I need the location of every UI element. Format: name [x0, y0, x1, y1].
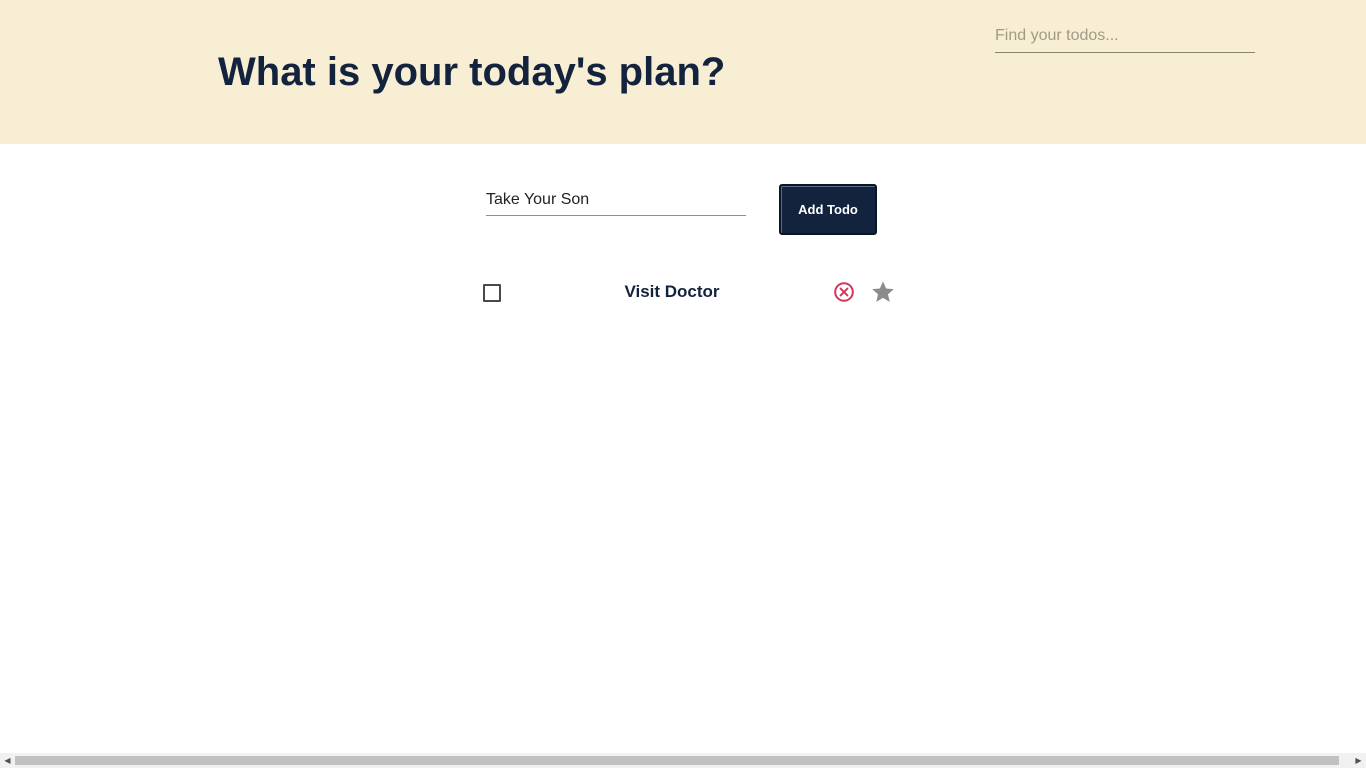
scrollbar-thumb[interactable]: [15, 756, 1339, 765]
page-title: What is your today's plan?: [218, 50, 726, 94]
new-todo-field: [486, 186, 746, 216]
new-todo-input[interactable]: [486, 186, 746, 213]
horizontal-scrollbar[interactable]: ◀ ▶: [0, 753, 1366, 768]
star-icon[interactable]: [870, 279, 896, 305]
search-input[interactable]: [995, 22, 1255, 50]
close-circle-icon[interactable]: [833, 281, 855, 303]
header-banner: What is your today's plan?: [0, 0, 1366, 144]
todo-item: Visit Doctor: [482, 276, 900, 308]
add-todo-button[interactable]: Add Todo: [779, 184, 877, 235]
scroll-right-arrow-icon[interactable]: ▶: [1351, 753, 1366, 768]
todo-checkbox[interactable]: [483, 284, 501, 302]
todo-text: Visit Doctor: [624, 282, 720, 301]
search-field: [995, 22, 1255, 53]
scroll-left-arrow-icon[interactable]: ◀: [0, 753, 15, 768]
